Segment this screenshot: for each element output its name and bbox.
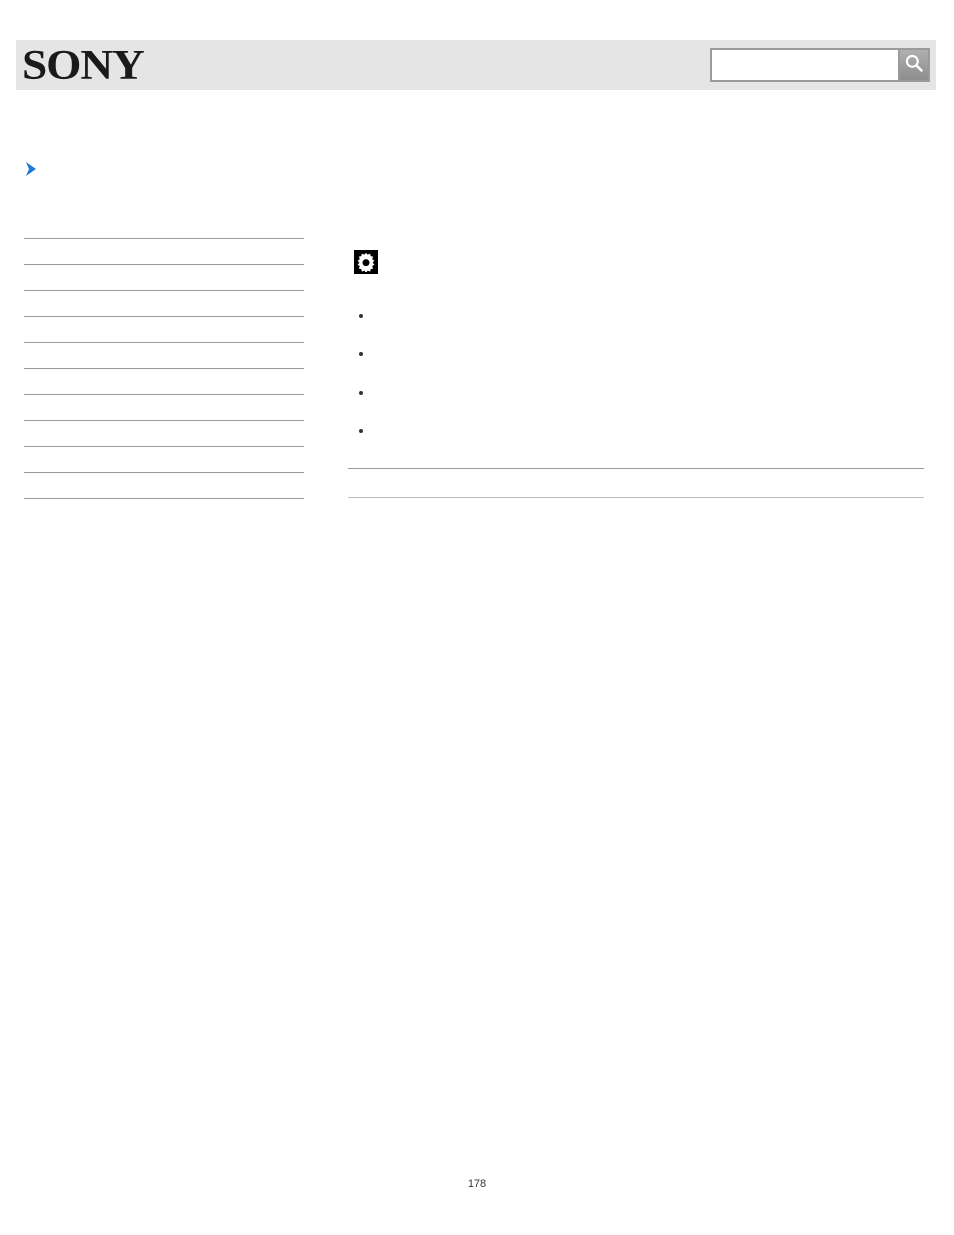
list-item: [374, 334, 924, 372]
sidebar-item-3[interactable]: [24, 317, 304, 343]
list-item: [374, 411, 924, 449]
sidebar-item-2[interactable]: [24, 291, 304, 317]
main-content: [348, 232, 924, 508]
brand-logo: SONY: [22, 42, 144, 90]
sidebar-item-6[interactable]: [24, 395, 304, 421]
search-icon: [904, 53, 924, 78]
sidebar-item-1[interactable]: [24, 265, 304, 291]
search-button[interactable]: [900, 48, 930, 82]
intro-line-1: [348, 250, 924, 274]
sidebar-item-8[interactable]: [24, 447, 304, 473]
chevron-right-icon: [24, 160, 40, 178]
gear-icon: [354, 250, 378, 274]
search-group: [710, 48, 930, 82]
sidebar-item-5[interactable]: [24, 369, 304, 395]
sidebar-item-4[interactable]: [24, 343, 304, 369]
divider: [348, 497, 924, 498]
sidebar-item-7[interactable]: [24, 421, 304, 447]
divider: [348, 468, 924, 469]
header-bar: SONY: [16, 40, 936, 90]
sidebar-item-9[interactable]: [24, 473, 304, 499]
search-input[interactable]: [710, 48, 900, 82]
back-to-top-link[interactable]: [348, 479, 924, 497]
sidebar-item-0[interactable]: [24, 238, 304, 265]
sidebar: [24, 238, 304, 499]
list-item: [374, 373, 924, 411]
page-number: 178: [0, 1178, 954, 1190]
note-list: [374, 296, 924, 450]
list-item: [374, 296, 924, 334]
breadcrumb: [24, 160, 46, 178]
